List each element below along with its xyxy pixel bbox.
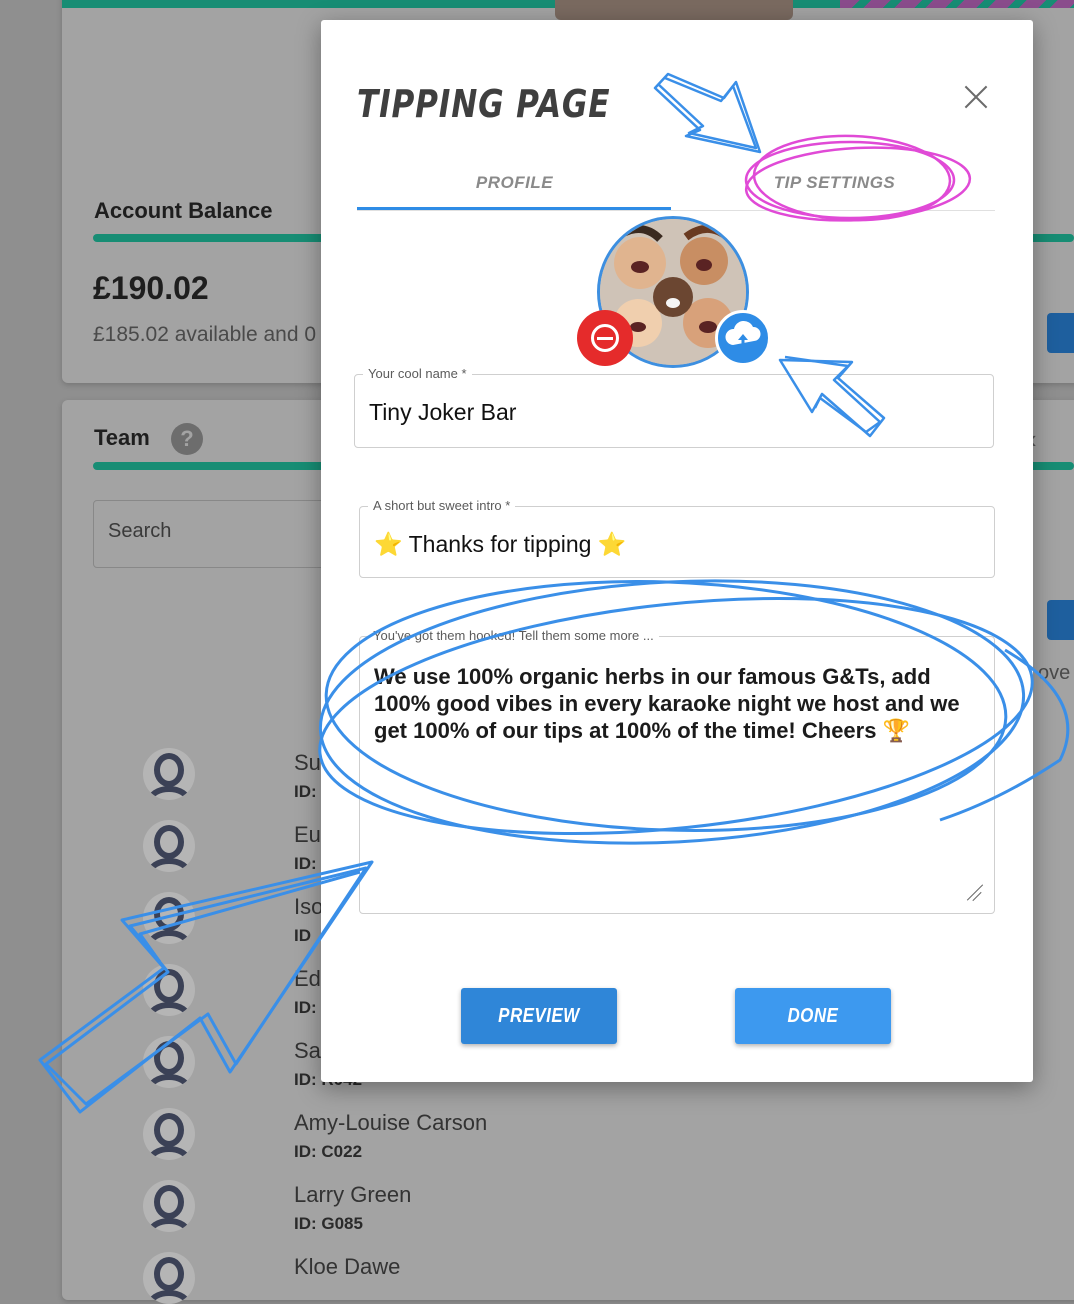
question-mark-icon[interactable]: ? xyxy=(171,423,203,455)
member-name[interactable]: Iso xyxy=(294,894,323,920)
cool-name-value: Tiny Joker Bar xyxy=(369,399,517,425)
account-action-button[interactable] xyxy=(1047,313,1074,353)
member-id: ID xyxy=(294,926,311,945)
member-name[interactable]: Ed xyxy=(294,966,321,992)
member-id: ID: xyxy=(294,998,317,1017)
member-name[interactable]: Eu xyxy=(294,822,321,848)
member-name[interactable]: Sa xyxy=(294,1038,321,1064)
preview-label: PREVIEW xyxy=(498,1005,580,1027)
account-balance-amount: £190.02 xyxy=(93,270,209,306)
intro-label: A short but sweet intro * xyxy=(368,498,516,513)
done-button[interactable]: DONE xyxy=(735,988,891,1044)
avatar xyxy=(143,1252,195,1304)
preview-button[interactable]: PREVIEW xyxy=(461,988,617,1044)
team-right-text: ove xyxy=(1038,662,1071,684)
header-stripe-pattern xyxy=(840,0,1074,8)
active-tab-indicator xyxy=(357,207,671,210)
cool-name-label: Your cool name * xyxy=(363,366,472,381)
avatar xyxy=(143,1036,195,1088)
member-name[interactable]: Su xyxy=(294,750,321,776)
header-image xyxy=(555,0,793,20)
resize-handle-icon[interactable] xyxy=(964,883,982,901)
modal-title: TIPPING PAGE xyxy=(357,82,611,126)
search-label: Search xyxy=(108,520,172,542)
modal-tabs: PROFILE TIP SETTINGS xyxy=(357,168,995,211)
remove-photo-icon[interactable] xyxy=(577,310,633,366)
avatar xyxy=(143,748,195,800)
intro-field[interactable]: A short but sweet intro * ⭐ Thanks for t… xyxy=(359,498,995,578)
account-balance-title: Account Balance xyxy=(94,198,273,223)
avatar xyxy=(143,1108,195,1160)
member-id: ID: xyxy=(294,782,317,801)
team-title: Team xyxy=(94,425,150,450)
more-info-label: You've got them hooked! Tell them some m… xyxy=(368,628,659,643)
avatar xyxy=(143,892,195,944)
cool-name-field[interactable]: Your cool name * Tiny Joker Bar xyxy=(354,366,994,448)
tab-tip-settings[interactable]: TIP SETTINGS xyxy=(677,168,992,210)
member-id: ID: xyxy=(294,854,317,873)
member-id: ID: C022 xyxy=(294,1142,363,1161)
more-info-value: We use 100% organic herbs in our famous … xyxy=(374,664,960,743)
upload-cloud-icon[interactable] xyxy=(715,310,771,366)
member-id: ID: G085 xyxy=(294,1214,363,1233)
tipping-page-modal: TIPPING PAGE PROFILE TIP SETTINGS Your c… xyxy=(321,20,1033,1082)
avatar xyxy=(143,1180,195,1232)
done-label: DONE xyxy=(787,1005,839,1027)
more-info-textarea[interactable]: You've got them hooked! Tell them some m… xyxy=(359,628,995,914)
avatar xyxy=(143,964,195,1016)
avatar xyxy=(143,820,195,872)
team-action-button[interactable] xyxy=(1047,600,1074,640)
member-name[interactable]: Larry Green xyxy=(294,1182,411,1208)
close-icon[interactable] xyxy=(961,82,991,112)
tab-profile[interactable]: PROFILE xyxy=(357,168,672,210)
intro-value: ⭐ Thanks for tipping ⭐ xyxy=(374,531,627,557)
member-name[interactable]: Amy-Louise Carson xyxy=(294,1110,487,1136)
member-name[interactable]: Kloe Dawe xyxy=(294,1254,400,1280)
account-available-text: £185.02 available and 0 xyxy=(93,323,317,346)
